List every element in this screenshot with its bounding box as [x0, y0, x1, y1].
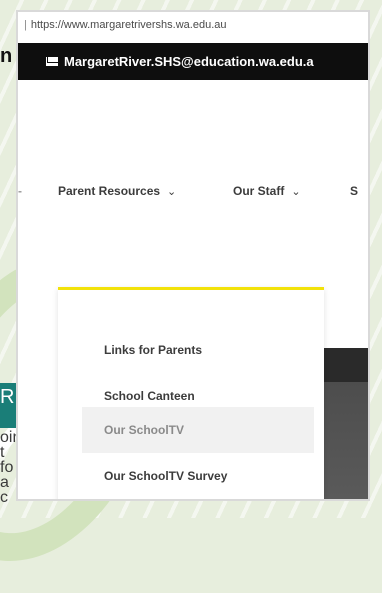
contact-email-link[interactable]: MargaretRiver.SHS@education.wa.edu.a [64, 54, 314, 69]
nav-item-parent-resources[interactable]: Parent Resources ⌄ [58, 184, 176, 198]
background-text-line: t fo [0, 444, 14, 476]
dropdown-item-our-schooltv-survey[interactable]: Our SchoolTV Survey [58, 453, 324, 499]
website-screenshot: | https://www.margaretrivershs.wa.edu.au … [18, 12, 368, 499]
url-text: https://www.margaretrivershs.wa.edu.au [30, 19, 227, 31]
main-nav: ‐ Parent Resources ⌄ Our Staff ⌄ S [18, 184, 368, 204]
parent-resources-dropdown: Links for Parents School Canteen Our Sch… [58, 287, 324, 499]
nav-item-label: S [350, 184, 359, 198]
nav-item-our-staff[interactable]: Our Staff ⌄ [233, 184, 301, 198]
nav-clipped-item: ‐ [18, 184, 22, 198]
dropdown-item-our-schooltv[interactable]: Our SchoolTV [82, 407, 314, 453]
envelope-icon [46, 57, 58, 66]
address-bar[interactable]: | https://www.margaretrivershs.wa.edu.au [18, 12, 368, 38]
address-bar-separator: | [24, 19, 27, 31]
background-text-fragments: oin t fo a c [0, 430, 16, 505]
background-text-line: a c [0, 474, 9, 506]
nav-item-label: Our Staff [233, 184, 285, 198]
dropdown-item-links-for-parents[interactable]: Links for Parents [58, 327, 324, 373]
background-text-line: oin [0, 430, 16, 446]
nav-item-label: Parent Resources [58, 184, 161, 198]
contact-bar: MargaretRiver.SHS@education.wa.edu.a [18, 43, 368, 80]
chevron-down-icon: ⌄ [167, 186, 177, 198]
chevron-down-icon: ⌄ [291, 186, 301, 198]
nav-item-clipped[interactable]: S [350, 184, 358, 198]
background-edge-letter: n [0, 45, 13, 67]
